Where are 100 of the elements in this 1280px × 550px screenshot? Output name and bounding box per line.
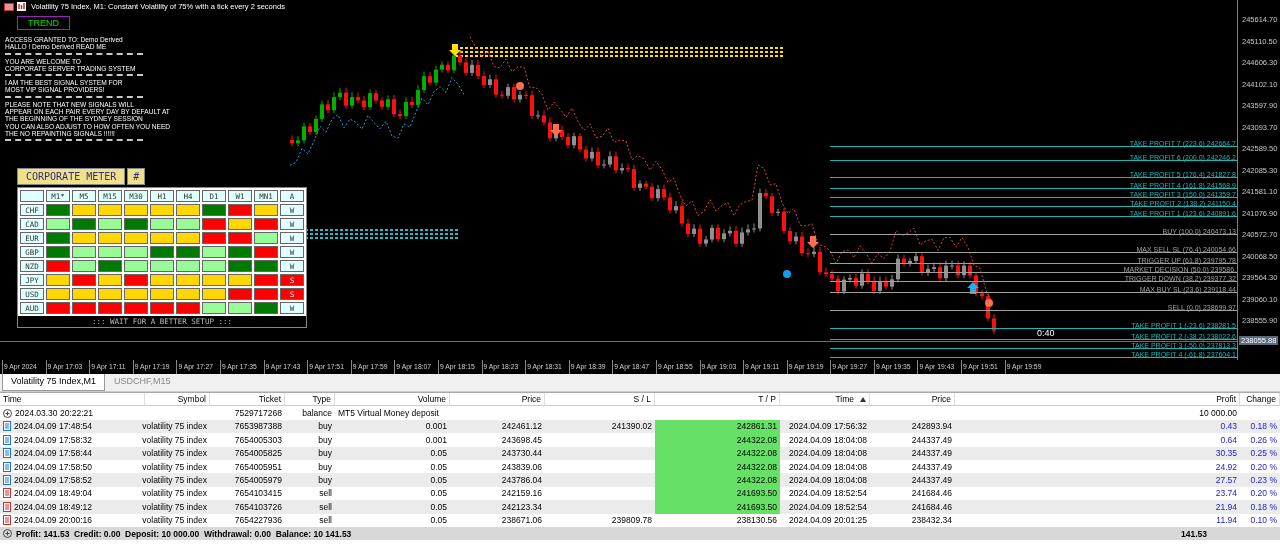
table-cell-text: 7654005979: [233, 474, 283, 487]
corner-cell: [20, 190, 44, 202]
table-cell-text: 0.26 %: [1249, 433, 1278, 447]
table-cell-text: 244337.49: [910, 474, 953, 487]
table-cell-text: 238432.34: [910, 514, 953, 527]
table-cell-text: 7529717268: [233, 407, 283, 420]
table-cell-text: buy: [317, 460, 333, 474]
table-cell-text: 7654103415: [233, 487, 283, 501]
table-cell-text: 242461.12: [500, 420, 543, 434]
table-cell-text: 11.94: [1215, 514, 1238, 527]
table-cell-text: 2024.04.09 18:04:08: [788, 460, 868, 474]
table-cell-text: 0.05: [429, 460, 448, 474]
table-cell-text: 0.23 %: [1249, 474, 1278, 487]
table-cell-text: 243839.06: [500, 460, 543, 474]
document-icon: [3, 488, 11, 499]
signal-dot: [985, 299, 993, 307]
table-cell-text: 239809.78: [610, 514, 653, 527]
table-cell-text: 243698.45: [500, 433, 543, 447]
table-cell-text: 0.20 %: [1249, 487, 1278, 501]
plus-icon[interactable]: [3, 529, 12, 539]
sort-icon: [860, 396, 866, 402]
table-row[interactable]: 2024.04.09 17:58:32 volatility 75 index 7654005303 buy 0.001 243698.45 244322.08 2024.04.09 18:04:08 244337.49 0.64 0.26 %: [0, 433, 1280, 447]
table-cell-text: sell: [318, 487, 333, 501]
table-cell-text: 0.001: [424, 433, 448, 447]
summary-text: Profit: 141.53 Credit: 0.00 Deposit: 10 000.00 Withdrawal: 0.00 Balance: 10 141.53: [0, 526, 955, 541]
table-cell-text: 0.20 %: [1249, 460, 1278, 474]
table-cell-text: 244337.49: [910, 460, 953, 474]
table-cell-text: buy: [317, 420, 333, 434]
table-cell-text: buy: [317, 447, 333, 460]
summary-total: 141.53: [1180, 527, 1208, 541]
table-cell-text: 241390.02: [610, 420, 653, 434]
table-cell-text: 241684.46: [910, 487, 953, 501]
meter-hash-button[interactable]: #: [127, 168, 146, 185]
table-cell-text: 2024.04.09 18:04:08: [788, 433, 868, 447]
table-cell-text: balance: [301, 407, 333, 420]
table-row[interactable]: 2024.04.09 18:49:12 volatility 75 index 7654103726 sell 0.05 242123.34 241693.50 2024.04.09 18:52:54 241684.46 21.94 0.18 %: [0, 500, 1280, 514]
table-cell-text: 0.18 %: [1249, 500, 1278, 514]
down-arrow-icon: [550, 124, 562, 136]
table-cell-text: 7654005825: [233, 447, 283, 460]
table-cell-text: sell: [318, 500, 333, 514]
countdown-text: 0:40: [1037, 328, 1055, 338]
document-icon: [3, 475, 11, 486]
meter-title: CORPORATE METER: [17, 168, 126, 185]
table-cell-text: 238130.56: [735, 514, 778, 527]
table-cell-text: 21.94: [1214, 500, 1238, 514]
table-cell-text: sell: [318, 514, 333, 527]
table-cell-text: 7654005951: [233, 460, 283, 474]
menu-icon[interactable]: [4, 2, 14, 11]
table-cell-text: 242893.94: [910, 420, 953, 434]
table-cell-text: 241684.46: [910, 500, 953, 514]
table-cell-text: 0.25 %: [1249, 447, 1278, 460]
document-icon: [3, 434, 11, 445]
table-cell-text: 244337.49: [910, 447, 953, 460]
table-cell-text: 7654227936: [233, 514, 283, 527]
table-cell: 244322.08: [655, 433, 780, 447]
table-cell-text: 0.43: [1219, 420, 1238, 434]
table-cell-text: 0.001: [424, 420, 448, 434]
table-cell-text: 2024.04.09 20:01:25: [788, 514, 868, 527]
table-cell-text: MT5 Virtual Money deposit: [337, 407, 440, 420]
down-arrow-icon: [449, 44, 461, 56]
down-arrow-icon: [807, 236, 819, 248]
chart-icon: [17, 2, 26, 11]
signal-dot: [783, 270, 791, 278]
table-cell: 241693.50: [655, 500, 780, 514]
table-cell-text: 7654005303: [233, 433, 283, 447]
table-cell: 2024.03.30 20:22:21: [0, 406, 145, 420]
table-cell-text: 242159.16: [500, 487, 543, 501]
document-icon: [3, 421, 11, 432]
table-cell-text: 2024.04.09 18:04:08: [788, 447, 868, 460]
table-cell-text: 0.05: [429, 447, 448, 460]
table-cell-text: 0.05: [429, 474, 448, 487]
table-cell-text: 243730.44: [500, 447, 543, 460]
table-cell-text: buy: [317, 433, 333, 447]
chart-tab[interactable]: Volatility 75 Index,M1: [2, 374, 106, 391]
table-cell-text: 0.05: [429, 514, 448, 527]
document-icon: [3, 515, 11, 526]
table-cell-text: 7654103726: [233, 500, 283, 514]
table-cell: 244322.08: [655, 473, 780, 487]
up-arrow-icon: [967, 282, 979, 294]
plus-icon[interactable]: [3, 408, 12, 418]
document-icon: [3, 461, 11, 472]
table-cell-text: 238671.06: [500, 514, 543, 527]
table-cell-text: 2024.04.09 18:52:54: [788, 500, 868, 514]
table-cell-text: 0.05: [429, 500, 448, 514]
table-cell-text: 2024.04.09 18:52:54: [788, 487, 868, 501]
table-cell-text: 0.64: [1219, 433, 1238, 447]
table-cell-text: 0.05: [429, 487, 448, 501]
table-cell-text: 10 000.00: [1198, 407, 1238, 420]
table-cell-text: 2024.04.09 17:56:32: [788, 420, 868, 434]
table-cell-text: 243786.04: [500, 474, 543, 487]
document-icon: [3, 448, 11, 459]
table-cell-text: 0.10 %: [1249, 514, 1278, 527]
table-cell-text: 7653987388: [233, 420, 283, 434]
table-cell-text: 0.18 %: [1249, 420, 1278, 434]
table-row[interactable]: 2024.04.09 17:58:52 volatility 75 index 7654005979 buy 0.05 243786.04 244322.08 2024.04.09 18:04:08 244337.49 27.57 0.23 %: [0, 473, 1280, 487]
trend-label: TREND: [17, 16, 70, 30]
table-cell-text: 24.92: [1214, 460, 1238, 474]
table-cell-text: 244337.49: [910, 433, 953, 447]
table-cell-text: buy: [317, 474, 333, 487]
table-cell-text: 2024.04.09 18:04:08: [788, 474, 868, 487]
